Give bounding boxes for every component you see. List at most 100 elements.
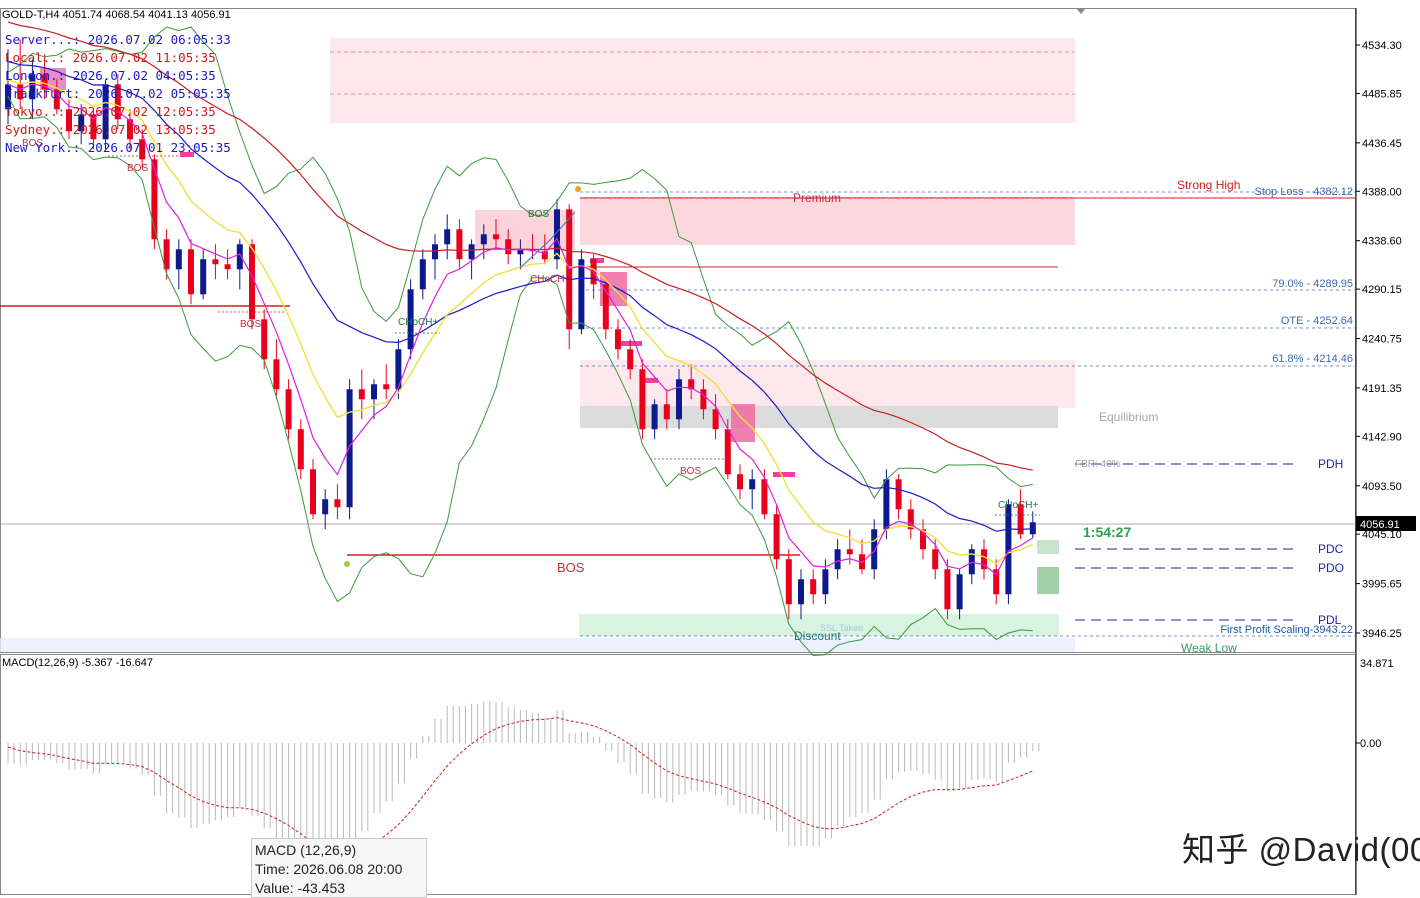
candle-body — [468, 244, 475, 260]
fvg-marker — [773, 472, 795, 477]
bos-label-major: BOS — [557, 560, 585, 575]
candle-body — [493, 234, 499, 240]
candle-body — [895, 479, 902, 510]
fib618-label: 61.8% - 4214.46 — [1272, 353, 1353, 365]
candle-body — [822, 569, 829, 595]
price-tick-label: 4534.30 — [1362, 40, 1402, 52]
price-tick-label: 4240.75 — [1362, 334, 1402, 346]
price-tick-label: 4290.15 — [1362, 284, 1402, 296]
candle-body — [712, 409, 719, 430]
ote-label: OTE - 4252.64 — [1281, 315, 1353, 327]
session-time-5: Sydney.: 2026.07.02 13:05:35 — [5, 122, 216, 137]
candle-body — [651, 404, 658, 430]
symbol-info: GOLD-T,H4 4051.74 4068.54 4041.13 4056.9… — [2, 9, 231, 21]
ssl-label: SSL Taken — [820, 623, 863, 633]
candle-body — [322, 499, 329, 515]
choch-plus-label: CHoCH+ — [398, 317, 438, 328]
bos-label: BOS — [680, 466, 701, 477]
macd-axis-label: 0.00 — [1360, 738, 1381, 750]
candle-body — [505, 239, 512, 255]
watermark: 知乎 @David(001) — [1182, 831, 1420, 868]
fvg-marker — [620, 341, 642, 346]
choch-label: CHoCH — [530, 274, 564, 285]
bos-label: BOS — [240, 319, 261, 330]
tooltip-line-2: Time: 2026.06.08 20:00 — [255, 861, 403, 877]
stop-loss-label: Stop Loss - 4382.12 — [1255, 186, 1353, 198]
premium-label: Premium — [793, 191, 841, 205]
candle-body — [480, 234, 487, 245]
candle-body — [358, 389, 365, 400]
choch-plus-label: CHoCH+ — [998, 500, 1038, 511]
candle-body — [188, 249, 194, 295]
fbr-label: FBR: 40% — [1075, 459, 1121, 470]
price-tick-label: 4436.45 — [1362, 138, 1402, 150]
strong-high-label: Strong High — [1177, 178, 1240, 192]
candle-body — [846, 549, 853, 555]
current-price-label: 4056.91 — [1360, 519, 1400, 531]
candle-body — [261, 319, 268, 360]
session-clock-panel: Server...: 2026.07.02 06:05:33 Local..: 2… — [5, 31, 231, 157]
candle-body — [383, 384, 390, 390]
candle-countdown: 1:54:27 — [1083, 524, 1131, 540]
price-tick-label: 4093.50 — [1362, 481, 1402, 493]
candle-body — [834, 549, 841, 570]
candle-body — [639, 369, 646, 430]
candle-body — [444, 229, 451, 245]
session-time-6: New York.: 2026.07.01 23:05:35 — [5, 140, 231, 155]
candle-body — [297, 429, 304, 470]
price-tick-label: 4485.85 — [1362, 88, 1402, 100]
tooltip-line-3: Value: -43.453 — [255, 880, 346, 896]
candle-body — [578, 259, 585, 330]
candle-body — [956, 574, 963, 610]
session-time-4: Tokyo..: 2026.07.02 12:05:35 — [5, 104, 216, 119]
candle-body — [761, 479, 768, 515]
pdl-label: PDL — [1318, 613, 1342, 627]
price-tick-label: 3946.25 — [1362, 628, 1402, 640]
bos-label: BOS — [127, 163, 148, 174]
price-tick-label: 4338.60 — [1362, 236, 1402, 248]
candle-body — [224, 264, 231, 270]
equilibrium-label: Equilibrium — [1099, 410, 1158, 424]
session-time-1: Local..: 2026.07.02 11:05:35 — [5, 50, 216, 65]
candle-body — [175, 249, 182, 270]
candle-body — [663, 404, 670, 420]
macd-axis-label: 34.871 — [1360, 658, 1394, 670]
bos-label-bull: BOS — [528, 209, 549, 220]
swing-low-dot — [344, 561, 350, 567]
price-tick-label: 4142.90 — [1362, 431, 1402, 443]
candle-body — [700, 389, 707, 410]
candle-body — [1005, 504, 1012, 595]
supply-zone-top — [330, 38, 1075, 123]
candle-body — [785, 559, 792, 605]
candle-body — [200, 259, 207, 295]
demand-block-top — [1037, 540, 1059, 554]
candle-body — [944, 569, 951, 610]
candle-body — [371, 384, 377, 400]
candle-body — [456, 229, 463, 260]
weak-low-band — [0, 638, 1075, 652]
tooltip-line-1: MACD (12,26,9) — [255, 842, 357, 858]
candle-body — [798, 579, 804, 605]
candle-body — [871, 529, 878, 570]
candle-body — [334, 499, 341, 508]
pdh-label: PDH — [1318, 457, 1343, 471]
candle-body — [432, 244, 438, 260]
candle-body — [615, 329, 621, 350]
candle-body — [749, 479, 756, 490]
candle-body — [724, 429, 731, 475]
candle-body — [346, 389, 353, 508]
candle-body — [883, 479, 890, 530]
pdc-label: PDC — [1318, 542, 1344, 556]
candle-body — [737, 474, 743, 490]
session-time-3: Frankfurt: 2026.07.02 05:05:35 — [5, 86, 231, 101]
pdo-label: PDO — [1318, 561, 1344, 575]
scroll-marker-icon — [1076, 8, 1086, 14]
macd-tooltip: MACD (12,26,9) Time: 2026.06.08 20:00 Va… — [251, 838, 427, 898]
candle-body — [285, 389, 292, 430]
ema-magenta — [7, 83, 1034, 576]
candle-body — [212, 259, 219, 265]
candle-body — [419, 259, 426, 290]
session-time-0: Server...: 2026.07.02 06:05:33 — [5, 32, 231, 47]
candle-body — [810, 579, 817, 595]
price-tick-label: 4388.00 — [1362, 186, 1402, 198]
